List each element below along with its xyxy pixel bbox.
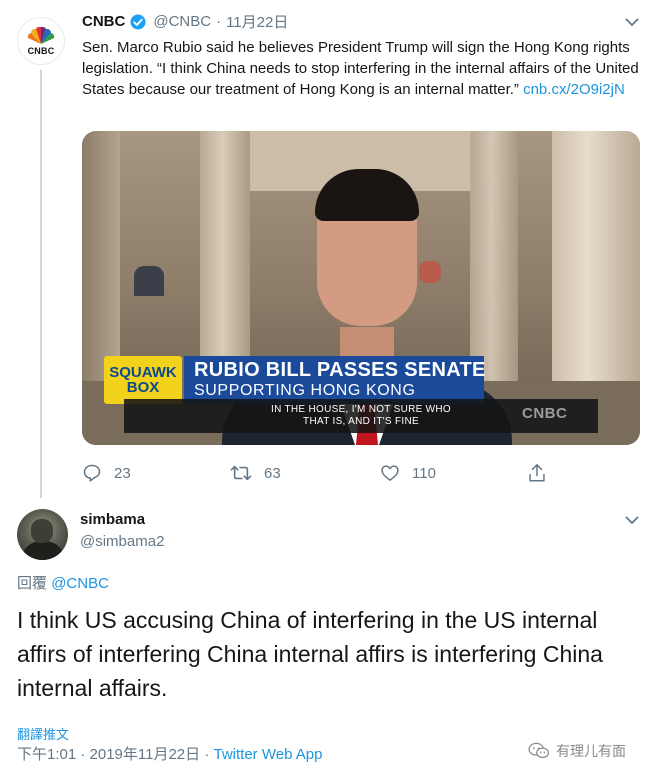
show-badge-line1: SQUAWK xyxy=(109,364,177,381)
replying-to: 回覆 @CNBC xyxy=(17,572,109,593)
tweet-metadata: 下午1:01 · 2019年11月22日 · Twitter Web App xyxy=(17,743,322,764)
author-handle[interactable]: @CNBC xyxy=(153,13,211,30)
background-person xyxy=(134,266,164,296)
tweet-link[interactable]: cnb.cx/2O9i2jN xyxy=(523,81,625,98)
video-subheadline: SUPPORTING HONG KONG xyxy=(194,382,416,399)
like-count: 110 xyxy=(412,464,436,482)
reply-count: 23 xyxy=(114,464,131,482)
like-button[interactable]: 110 xyxy=(380,463,436,483)
watermark-text: 有理儿有面 xyxy=(556,743,626,759)
reply-icon xyxy=(83,464,101,482)
parent-tweet-header: CNBC @CNBC · 11月22日 xyxy=(82,11,288,32)
share-icon xyxy=(529,464,545,482)
simbama-avatar[interactable] xyxy=(17,509,68,560)
reply-prefix: 回覆 xyxy=(17,575,48,592)
show-badge-line2: BOX xyxy=(126,379,160,396)
tweet-time[interactable]: 11月22日 xyxy=(226,11,288,32)
video-player[interactable]: SQUAWK BOX RUBIO BILL PASSES SENATE SUPP… xyxy=(82,131,640,445)
background-person xyxy=(419,261,441,283)
retweet-icon xyxy=(230,465,252,481)
reply-to-link[interactable]: @CNBC xyxy=(51,575,109,592)
network-bug: CNBC xyxy=(522,405,568,422)
thread-line xyxy=(40,70,42,498)
cnbc-avatar[interactable]: CNBC xyxy=(17,17,65,65)
reply-author-handle[interactable]: @simbama2 xyxy=(80,533,164,550)
video-headline: RUBIO BILL PASSES SENATE xyxy=(194,359,486,381)
show-badge: SQUAWK BOX xyxy=(104,356,182,404)
verified-badge-icon xyxy=(129,13,147,31)
share-button[interactable] xyxy=(528,463,546,483)
tweet-actions: 23 63 110 xyxy=(82,463,552,485)
tweet-timestamp[interactable]: 下午1:01 · 2019年11月22日 · xyxy=(17,746,209,763)
watermark: 有理儿有面 xyxy=(528,741,626,761)
avatar-figure xyxy=(21,541,65,560)
separator-dot: · xyxy=(216,13,222,30)
retweet-button[interactable]: 63 xyxy=(230,463,281,483)
lower-third: SQUAWK BOX RUBIO BILL PASSES SENATE SUPP… xyxy=(82,356,640,441)
translate-tweet-link[interactable]: 翻譯推文 xyxy=(17,724,69,743)
reply-tweet-text: I think US accusing China of interfering… xyxy=(17,607,603,701)
tweet-source-link[interactable]: Twitter Web App xyxy=(214,746,323,763)
chevron-down-icon[interactable] xyxy=(625,17,639,27)
parent-tweet-text: Sen. Marco Rubio said he believes Presid… xyxy=(82,37,648,100)
wechat-icon xyxy=(528,742,550,759)
avatar-figure-head xyxy=(31,519,53,543)
heart-icon xyxy=(381,465,399,481)
retweet-count: 63 xyxy=(264,464,281,482)
avatar-logo-text: CNBC xyxy=(27,45,55,56)
reply-author-display-name[interactable]: simbama xyxy=(80,511,145,528)
author-display-name[interactable]: CNBC xyxy=(82,13,125,30)
headline-box: RUBIO BILL PASSES SENATE SUPPORTING HONG… xyxy=(184,356,486,404)
reply-button[interactable]: 23 xyxy=(82,463,131,483)
peacock-logo-icon xyxy=(27,26,55,44)
chevron-down-icon[interactable] xyxy=(625,515,639,525)
